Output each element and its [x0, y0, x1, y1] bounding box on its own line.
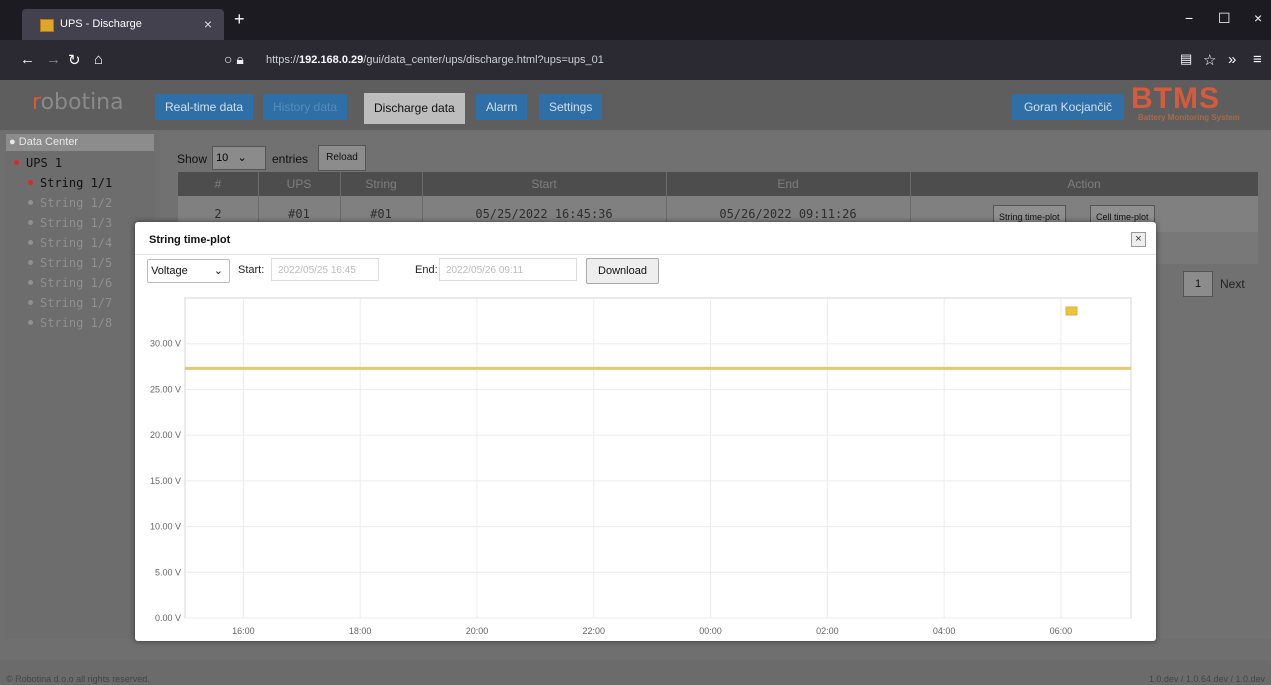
- x-tick-label: 00:00: [699, 626, 722, 636]
- y-tick-label: 10.00 V: [150, 522, 181, 532]
- browser-tab[interactable]: UPS - Discharge ×: [22, 9, 224, 40]
- minimize-icon[interactable]: −: [1185, 10, 1193, 26]
- forward-icon[interactable]: →: [46, 51, 61, 68]
- hamburger-menu-icon[interactable]: ≡: [1253, 51, 1262, 68]
- sidebar-string-1-3[interactable]: String 1/3: [28, 216, 112, 230]
- x-tick-label: 20:00: [466, 626, 489, 636]
- tab-title: UPS - Discharge: [60, 18, 142, 30]
- browser-nav-bar: ← → ↻ ⌂ ○ 🔒︎ https://192.168.0.29/gui/da…: [0, 40, 1271, 80]
- col-end[interactable]: End: [666, 172, 911, 196]
- modal-divider: [135, 254, 1156, 255]
- entries-label: entries: [272, 152, 309, 166]
- menu-discharge[interactable]: Discharge data: [364, 93, 465, 124]
- sidebar-datacenter[interactable]: ● Data Center: [6, 134, 154, 151]
- browser-tab-bar: UPS - Discharge × + − ☐ ×: [0, 0, 1271, 40]
- y-tick-label: 30.00 V: [150, 339, 181, 349]
- entries-select[interactable]: 10 ⌄: [212, 146, 266, 170]
- sidebar-string-1-8[interactable]: String 1/8: [28, 316, 112, 330]
- sidebar-string-1-2[interactable]: String 1/2: [28, 196, 112, 210]
- btms-logo: BTMS Battery Monitoring System: [1131, 82, 1240, 122]
- col-number[interactable]: #: [178, 172, 259, 196]
- version-text: 1.0.dev / 1.0.64.dev / 1.0.dev: [1148, 674, 1265, 684]
- y-tick-label: 15.00 V: [150, 476, 181, 486]
- lock-icon: ○ 🔒︎: [224, 51, 244, 67]
- y-tick-label: 5.00 V: [155, 567, 181, 577]
- address-bar[interactable]: ○ 🔒︎ https://192.168.0.29/gui/data_cente…: [224, 47, 634, 73]
- copyright-text: © Robotina d.o.o all rights reserved.: [6, 674, 150, 684]
- new-tab-button[interactable]: +: [234, 9, 245, 30]
- sidebar: ● Data Center UPS 1 String 1/1 String 1/…: [6, 134, 154, 639]
- col-string[interactable]: String: [340, 172, 423, 196]
- modal-title: String time-plot: [149, 234, 231, 246]
- reload-icon[interactable]: ↻: [68, 51, 81, 69]
- sidebar-string-1-1[interactable]: String 1/1: [28, 176, 112, 190]
- close-window-icon[interactable]: ×: [1254, 10, 1262, 26]
- chart-svg: 0.00 V 5.00 V 10.00 V 15.00 V 20.00 V 25.00 V…: [150, 297, 1132, 636]
- url-text: https://192.168.0.29/gui/data_center/ups…: [266, 54, 604, 66]
- start-label: Start:: [238, 264, 265, 276]
- sidebar-string-1-6[interactable]: String 1/6: [28, 276, 112, 290]
- home-icon[interactable]: ⌂: [94, 51, 103, 68]
- overflow-chevron-icon[interactable]: »: [1228, 51, 1236, 68]
- back-icon[interactable]: ←: [20, 51, 35, 68]
- next-page-button[interactable]: Next: [1220, 277, 1245, 291]
- y-tick-label: 25.00 V: [150, 384, 181, 394]
- col-action: Action: [1067, 177, 1101, 191]
- sidebar-string-1-7[interactable]: String 1/7: [28, 296, 112, 310]
- footer: © Robotina d.o.o all rights reserved. 1.…: [0, 660, 1271, 685]
- x-tick-label: 18:00: [349, 626, 372, 636]
- download-button[interactable]: Download: [586, 258, 659, 284]
- page-1-button[interactable]: 1: [1183, 271, 1213, 297]
- favicon-icon: [40, 19, 54, 32]
- sidebar-string-1-5[interactable]: String 1/5: [28, 256, 112, 270]
- voltage-chart: 0.00 V 5.00 V 10.00 V 15.00 V 20.00 V 25.00 V…: [135, 286, 1156, 641]
- bookmark-star-icon[interactable]: ☆: [1203, 51, 1216, 69]
- end-input[interactable]: 2022/05/26 09:11: [439, 258, 577, 281]
- string-timeplot-modal: String time-plot × Voltage ⌄ Start: 2022/…: [135, 222, 1156, 641]
- app-header: robotina Real-time data History data Dis…: [0, 80, 1271, 130]
- x-tick-label: 04:00: [933, 626, 956, 636]
- reload-button[interactable]: Reload: [318, 145, 366, 171]
- x-tick-label: 16:00: [232, 626, 255, 636]
- y-tick-label: 20.00 V: [150, 430, 181, 440]
- menu-realtime[interactable]: Real-time data: [155, 94, 254, 120]
- legend-swatch: [1065, 306, 1078, 316]
- x-tick-label: 02:00: [816, 626, 839, 636]
- start-input[interactable]: 2022/05/25 16:45: [271, 258, 379, 281]
- robotina-logo: robotina: [32, 90, 124, 115]
- end-label: End:: [415, 264, 438, 276]
- x-tick-label: 22:00: [582, 626, 605, 636]
- col-ups[interactable]: UPS: [258, 172, 341, 196]
- x-tick-label: 06:00: [1050, 626, 1073, 636]
- sidebar-ups-1[interactable]: UPS 1: [14, 156, 62, 170]
- chevron-down-icon: ⌄: [213, 265, 223, 277]
- measure-select[interactable]: Voltage ⌄: [147, 259, 230, 283]
- plot-border: [184, 297, 1132, 619]
- maximize-icon[interactable]: ☐: [1218, 10, 1231, 27]
- user-button[interactable]: Goran Kocjančič: [1012, 94, 1124, 120]
- col-start[interactable]: Start: [422, 172, 667, 196]
- modal-close-icon[interactable]: ×: [1131, 232, 1146, 247]
- table-header: # UPS String Start End Action: [178, 172, 1258, 196]
- y-tick-label: 0.00 V: [155, 613, 181, 623]
- menu-history[interactable]: History data: [263, 94, 348, 120]
- show-label: Show: [177, 152, 208, 166]
- menu-alarm[interactable]: Alarm: [476, 94, 528, 120]
- reader-icon[interactable]: ▤: [1180, 51, 1192, 67]
- menu-settings[interactable]: Settings: [539, 94, 603, 120]
- sidebar-string-1-4[interactable]: String 1/4: [28, 236, 112, 250]
- tab-close-icon[interactable]: ×: [204, 16, 212, 32]
